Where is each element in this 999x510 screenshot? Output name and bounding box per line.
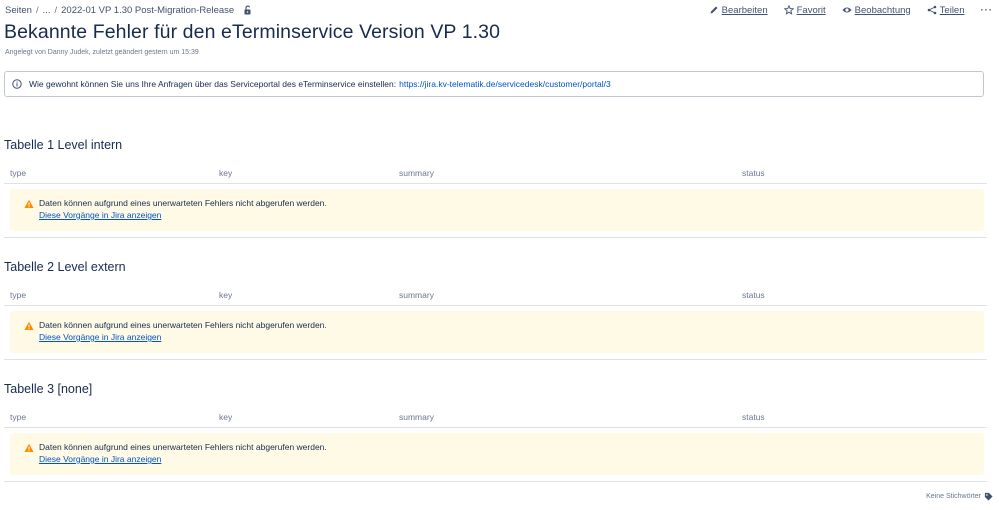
page-actions: Bearbeiten Favorit Beobachtung Teilen ··…	[709, 5, 993, 16]
table-header: type key summary status	[4, 289, 987, 306]
column-key[interactable]: key	[219, 290, 232, 300]
pencil-icon	[709, 5, 719, 15]
column-summary[interactable]: summary	[399, 168, 434, 178]
error-message: Daten können aufgrund eines unerwarteten…	[10, 189, 984, 231]
jira-table-section-3: Tabelle 3 [none] type key summary status…	[4, 382, 987, 483]
jira-table-section-1: Tabelle 1 Level intern type key summary …	[4, 138, 987, 239]
breadcrumb-separator: /	[54, 4, 58, 16]
column-status[interactable]: status	[742, 290, 765, 300]
error-message: Daten können aufgrund eines unerwarteten…	[10, 311, 984, 353]
favorite-button[interactable]: Favorit	[783, 4, 826, 16]
info-panel: Wie gewohnt können Sie uns Ihre Anfragen…	[4, 71, 984, 97]
error-message: Daten können aufgrund eines unerwarteten…	[10, 433, 984, 475]
breadcrumb-item-release[interactable]: 2022-01 VP 1.30 Post-Migration-Release	[61, 5, 234, 16]
breadcrumb: Seiten / ... / 2022-01 VP 1.30 Post-Migr…	[5, 5, 253, 16]
column-summary[interactable]: summary	[399, 412, 434, 422]
column-summary[interactable]: summary	[399, 290, 434, 300]
error-text: Daten können aufgrund eines unerwarteten…	[39, 320, 327, 330]
warning-icon	[24, 199, 34, 209]
column-type[interactable]: type	[10, 412, 26, 422]
share-button[interactable]: Teilen	[927, 5, 965, 16]
eye-icon	[842, 5, 852, 15]
view-in-jira-link[interactable]: Diese Vorgänge in Jira anzeigen	[39, 210, 161, 220]
watch-label: Beobachtung	[854, 4, 911, 16]
column-status[interactable]: status	[742, 412, 765, 422]
info-text: Wie gewohnt können Sie uns Ihre Anfragen…	[29, 79, 397, 89]
breadcrumb-item-seiten[interactable]: Seiten	[5, 5, 32, 16]
table-header: type key summary status	[4, 411, 987, 428]
favorite-label: Favorit	[796, 4, 826, 16]
labels-footer: Keine Stichwörter	[926, 492, 993, 501]
more-actions-button[interactable]: ···	[981, 5, 994, 16]
divider	[4, 481, 987, 482]
edit-button[interactable]: Bearbeiten	[709, 5, 768, 16]
section-title: Tabelle 2 Level extern	[4, 260, 126, 274]
error-text: Daten können aufgrund eines unerwarteten…	[39, 198, 327, 208]
breadcrumb-separator: /	[35, 4, 39, 16]
no-labels-text: Keine Stichwörter	[926, 493, 981, 500]
watch-button[interactable]: Beobachtung	[842, 5, 911, 16]
view-in-jira-link[interactable]: Diese Vorgänge in Jira anzeigen	[39, 332, 161, 342]
star-icon	[783, 5, 794, 15]
unlock-icon[interactable]	[243, 5, 253, 15]
page-title: Bekannte Fehler für den eTerminservice V…	[4, 21, 501, 43]
share-icon	[927, 5, 937, 15]
warning-icon	[24, 443, 34, 453]
label-tag-icon[interactable]	[984, 492, 993, 501]
view-in-jira-link[interactable]: Diese Vorgänge in Jira anzeigen	[39, 454, 161, 464]
column-key[interactable]: key	[219, 168, 232, 178]
divider	[4, 359, 987, 360]
jira-table-section-2: Tabelle 2 Level extern type key summary …	[4, 260, 987, 361]
divider	[4, 237, 987, 238]
table-header: type key summary status	[4, 167, 987, 184]
column-type[interactable]: type	[10, 290, 26, 300]
page-byline: Angelegt von Danny Judek, zuletzt geände…	[5, 49, 199, 56]
column-status[interactable]: status	[742, 168, 765, 178]
share-label: Teilen	[939, 4, 965, 16]
servicedesk-link[interactable]: https://jira.kv-telematik.de/servicedesk…	[399, 79, 611, 89]
info-icon	[12, 79, 22, 89]
edit-label: Bearbeiten	[721, 4, 768, 16]
warning-icon	[24, 321, 34, 331]
section-title: Tabelle 1 Level intern	[4, 138, 123, 152]
column-key[interactable]: key	[219, 412, 232, 422]
top-bar: Seiten / ... / 2022-01 VP 1.30 Post-Migr…	[5, 3, 993, 17]
column-type[interactable]: type	[10, 168, 26, 178]
breadcrumb-item-ellipsis[interactable]: ...	[43, 5, 51, 16]
error-text: Daten können aufgrund eines unerwarteten…	[39, 442, 327, 452]
section-title: Tabelle 3 [none]	[4, 382, 93, 396]
